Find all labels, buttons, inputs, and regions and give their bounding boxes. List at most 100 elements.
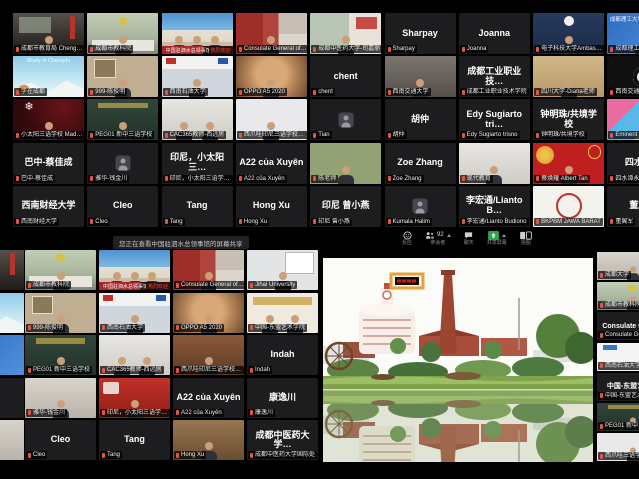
participant-tile[interactable]: Hong Xu (173, 420, 244, 460)
participant-tile[interactable]: 蔡焕耀 Albert Tan (533, 143, 604, 184)
participant-tile[interactable]: A22 của XuyênA22 của Xuyên (236, 143, 307, 184)
mic-muted-icon (16, 133, 19, 138)
name-tag: OPPO A5 2020 (174, 324, 224, 332)
chevron-up-icon[interactable] (502, 234, 506, 237)
reactions-button[interactable]: 反应 (402, 231, 412, 246)
participant-tile[interactable]: JoannaJoanna (459, 13, 530, 54)
participant-tile[interactable]: IndahIndah (247, 335, 318, 375)
participant-tile[interactable]: 雅华-钱金川 (87, 143, 158, 184)
participant-tile[interactable]: 王馨甜 (0, 335, 24, 375)
participant-tile[interactable]: 成都市教科院 (597, 282, 639, 310)
participant-tile[interactable]: 西南石油大学 (162, 56, 233, 97)
participant-tile[interactable]: Consulate General of the People's Re… (236, 13, 307, 54)
participant-tile[interactable]: 西南交通大学 (607, 56, 639, 97)
participant-tile[interactable]: 雅华-钱金川 (25, 378, 96, 418)
participant-tile[interactable]: 成都市教科院 (87, 13, 158, 54)
participant-tile[interactable]: 西爪哇三语学校协会 (597, 433, 639, 461)
participant-tile[interactable]: 西南交通大学 (385, 56, 456, 97)
chat-button[interactable]: 聊天 (464, 231, 474, 246)
participant-tile[interactable]: Consulate General of the People's Re… (173, 250, 244, 290)
participant-tile[interactable]: Hong XuHong Xu (236, 186, 307, 227)
participant-tile[interactable]: 印尼，小太阳三…印尼，小太阳三语学校-李天赐 (162, 143, 233, 184)
participant-tile[interactable]: 西爪哇印尼三语学校协会 (173, 335, 244, 375)
participant-tile[interactable]: CleoCleo (25, 420, 96, 460)
mic-muted-icon (610, 219, 613, 224)
shared-screen-region[interactable] (322, 252, 594, 463)
participant-tile[interactable]: 成都市教科院 (25, 250, 96, 290)
participant-tile[interactable]: Consulate Gene…Consulate General of P… (597, 312, 639, 340)
name-tag-label: 学在成都 (21, 88, 45, 96)
participant-tile[interactable]: PEG01 新中三语学校 (87, 99, 158, 140)
participant-tile[interactable]: SharpaySharpay (385, 13, 456, 54)
participant-tile[interactable]: 印尼 曾小燕印尼 曾小燕 (310, 186, 381, 227)
participant-tile[interactable]: Chen (0, 420, 24, 460)
view-layout-button[interactable]: 视图 (520, 231, 532, 246)
name-tag-label: 999-陈俊明 (95, 88, 125, 96)
participant-tile[interactable]: 中国驻泗水总领事馆热烈欢迎 (162, 13, 233, 54)
participant-tile[interactable]: 成都中医药大学…成都中医药大学国际处 (247, 420, 318, 460)
share-screen-button[interactable]: 共享屏幕 (487, 231, 507, 246)
participant-tile[interactable]: OPPO A5 2020 (173, 293, 244, 333)
name-tag: PEG01 新中三语学校 (26, 366, 92, 374)
participant-tile[interactable]: 董翼…董翼军 (607, 186, 639, 227)
participant-tile[interactable]: 中国驻泗水总领事馆热烈欢迎 (99, 250, 170, 290)
name-tag: 成都市教科院 (26, 281, 71, 289)
participant-tile[interactable]: 成都大学 (597, 252, 639, 280)
participant-tile[interactable]: 小太阳三语学校 Madam-王馨甜 (13, 99, 84, 140)
participant-tile[interactable]: 电子科技大学Ambassador (533, 13, 604, 54)
participant-tile[interactable]: chentchent (310, 56, 381, 97)
participant-tile[interactable]: Tian (310, 99, 381, 140)
participant-tile[interactable]: Study in Chengdu学在成都 (13, 56, 84, 97)
participant-tile[interactable]: 西南石油大学 (597, 343, 639, 371)
participant-tile[interactable]: 康逸川康逸川 (247, 378, 318, 418)
participant-tile[interactable]: CleoCleo (87, 186, 158, 227)
participant-tile[interactable] (0, 293, 24, 333)
participant-tile[interactable]: 钟明珠/共境学校钟明珠/共境学校 (533, 99, 604, 140)
participant-tile[interactable]: Zoe ZhangZoe Zhang (385, 143, 456, 184)
participant-tile[interactable]: TangTang (162, 186, 233, 227)
participant-tile[interactable]: Jihai University (247, 250, 318, 290)
participant-tile[interactable]: Kumala Halim (385, 186, 456, 227)
participant-tile[interactable]: 成都市教育局 Chengdu Edu… (13, 13, 84, 54)
participant-tile[interactable]: A22 của XuyênA22 của Xuyên (173, 378, 244, 418)
name-tag-label: CAC365教师-西远房 (170, 131, 225, 139)
name-tag: 印尼 曾小燕 (311, 218, 352, 226)
participant-tile[interactable]: BKPBM JAWA BARAT (533, 186, 604, 227)
participant-tile[interactable]: PEG01 新中三语学校 (25, 335, 96, 375)
participant-tile[interactable]: 西南财经大学西南财经大学 (13, 186, 84, 227)
participant-tile[interactable]: 四川大学-Diana老师 (533, 56, 604, 97)
participant-tile[interactable]: Edy Sugiarto tri…Edy Sugiarto trisno (459, 99, 530, 140)
participant-tile[interactable]: 现代教育 (459, 143, 530, 184)
participant-tile[interactable]: CAC365教师-西远房 (162, 99, 233, 140)
participant-tile[interactable]: 巴中-蔡佳成巴中-蔡佳成 (13, 143, 84, 184)
participant-tile[interactable]: 999-陈俊明 (25, 293, 96, 333)
participant-tile[interactable]: 中国-东盟艺术…中国-东盟艺术学院 (597, 373, 639, 401)
participants-button[interactable]: 92 参会者 (425, 231, 451, 246)
participant-tile[interactable]: 999-陈俊明 (87, 56, 158, 97)
participant-tile[interactable]: 成 (0, 378, 24, 418)
mic-muted-icon (610, 176, 613, 181)
participant-tile[interactable]: 陈老师 (310, 143, 381, 184)
participant-tile[interactable]: 胡仲胡仲 (385, 99, 456, 140)
participant-tile[interactable]: 西南石油大学 (99, 293, 170, 333)
participant-tile[interactable]: 中国-东盟艺术学院 (247, 293, 318, 333)
mic-muted-icon (90, 176, 93, 181)
participant-tile[interactable]: 四水谭…四水谭永康 (607, 143, 639, 184)
participant-tile[interactable]: PEG01 新中三语学校 (597, 403, 639, 431)
participant-tile[interactable]: OPPO A5 2020 (236, 56, 307, 97)
participant-tile[interactable]: 成都中医药大学-司嘉丽 (310, 13, 381, 54)
participant-tile[interactable]: 西爪哇印尼三语学校协会 (236, 99, 307, 140)
participant-tile[interactable]: TangTang (99, 420, 170, 460)
participant-tile[interactable]: 成都理工大学国际教育学…成都理工大学 国际… (607, 13, 639, 54)
participant-tile[interactable] (0, 250, 24, 290)
chevron-up-icon[interactable] (447, 234, 451, 237)
participant-tile[interactable]: 成都工业职业技…成都工业职业技术学院 (459, 56, 530, 97)
participant-tile[interactable]: CAC365教师-西远房 (99, 335, 170, 375)
name-tag-label: 成都大学 (605, 271, 629, 279)
participant-tile[interactable]: 印尼，小太阳三语学校-李天赐 (99, 378, 170, 418)
mic-muted-icon (239, 133, 242, 138)
name-tag-label: 西南石油大学 (170, 88, 206, 96)
participant-tile[interactable]: 李宏通/Lianto B…李宏通/Lianto Budiono (459, 186, 530, 227)
participant-tile[interactable]: Eminent Cheung (607, 99, 639, 140)
mic-muted-icon (16, 176, 19, 181)
